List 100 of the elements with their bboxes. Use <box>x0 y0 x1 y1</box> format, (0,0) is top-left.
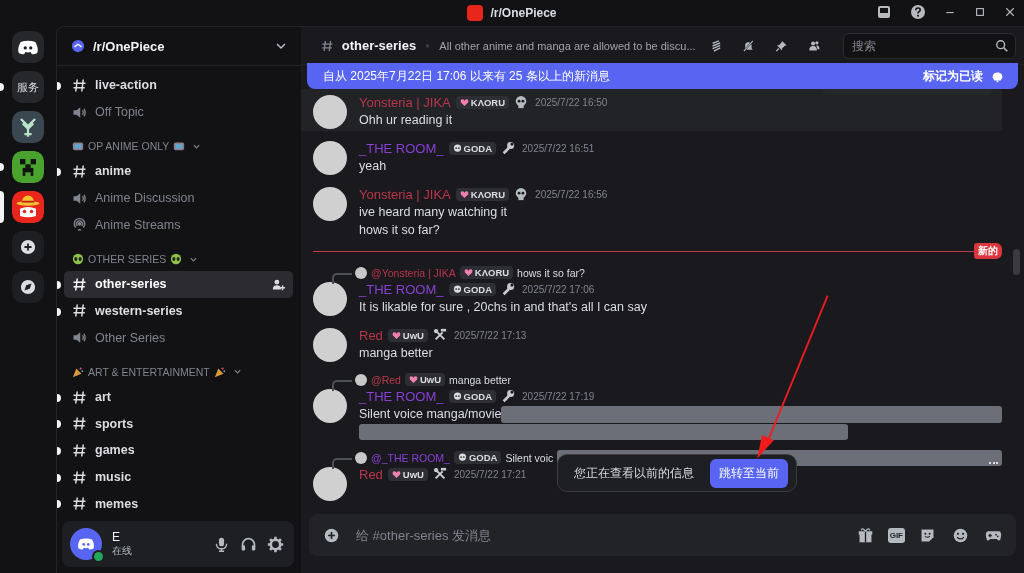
user-avatar[interactable] <box>313 141 347 175</box>
maximize-icon[interactable] <box>974 6 986 18</box>
reply-preview-text[interactable]: manga better <box>449 373 511 386</box>
message-author[interactable]: Yonsteria | JIKA <box>359 186 451 202</box>
user-avatar[interactable] <box>313 187 347 221</box>
message-author[interactable]: Red <box>359 466 383 482</box>
server-name[interactable]: /r/OnePiece <box>93 38 267 54</box>
category-header[interactable]: ART & ENTERTAINMENT <box>88 365 210 378</box>
server-tag: KΛORU <box>455 187 510 201</box>
stage-icon <box>72 217 87 233</box>
emoji-icon[interactable] <box>952 526 969 544</box>
home-button[interactable] <box>12 31 44 63</box>
wrench-icon <box>501 282 515 296</box>
user-avatar[interactable] <box>313 282 347 316</box>
server-logo-icon <box>467 5 484 21</box>
hashtag-icon <box>72 77 87 93</box>
server-boost-icon <box>71 39 85 53</box>
chevron-down-icon[interactable] <box>275 40 287 52</box>
reply-avatar <box>355 451 367 464</box>
reply-preview-text[interactable]: Silent voic <box>505 451 554 464</box>
gif-button[interactable]: GIF <box>887 527 905 543</box>
skull-icon <box>452 143 462 153</box>
channel-item[interactable]: memes <box>64 490 293 517</box>
inbox-icon[interactable] <box>876 4 892 20</box>
channel-item[interactable]: games <box>64 437 293 464</box>
reply-avatar <box>355 266 367 279</box>
message-author[interactable]: Yonsteria | JIKA <box>359 94 451 110</box>
category-header[interactable]: OTHER SERIES <box>88 253 167 265</box>
reply-author[interactable]: @Red <box>371 373 401 386</box>
hashtag-icon <box>72 303 87 319</box>
message-text: hows it so far? <box>359 223 440 237</box>
help-icon[interactable] <box>910 4 926 20</box>
channel-item[interactable]: Other Series <box>64 324 293 351</box>
mark-read-icon <box>991 69 1004 83</box>
skull-icon <box>457 453 467 462</box>
gift-icon[interactable] <box>856 526 874 544</box>
close-icon[interactable] <box>1004 6 1016 18</box>
channel-item[interactable]: live-action <box>64 72 293 99</box>
new-messages-banner[interactable]: 自从 2025年7月22日 17:06 以来有 25 条以上的新消息 标记为已读 <box>307 63 1018 89</box>
timestamp: 2025/7/22 17:21 <box>454 468 527 480</box>
add-member-icon[interactable] <box>272 277 285 291</box>
user-avatar[interactable] <box>313 389 347 423</box>
reply-author[interactable]: @Yonsteria | JIKA <box>371 266 456 279</box>
heart-icon <box>463 268 473 277</box>
headphones-icon[interactable] <box>240 535 257 553</box>
user-avatar[interactable] <box>70 528 102 560</box>
jump-to-present-button[interactable]: 跳转至当前 <box>710 458 788 488</box>
reply-author[interactable]: @_THE ROOM_ <box>371 451 450 464</box>
discord-logo-icon <box>17 38 39 56</box>
chevron-down-icon[interactable] <box>232 367 242 377</box>
search-bar[interactable]: 搜索 <box>842 32 1016 59</box>
settings-icon[interactable] <box>267 535 284 553</box>
party-popper-icon <box>72 365 84 378</box>
scrollbar-thumb[interactable] <box>1013 249 1020 275</box>
message-author[interactable]: _THE ROOM_ <box>359 388 444 404</box>
user-avatar[interactable] <box>313 328 347 362</box>
creeper-face-icon[interactable] <box>12 151 44 183</box>
message-author[interactable]: Red <box>359 327 383 343</box>
compass-icon[interactable] <box>12 271 44 303</box>
reply-preview-text[interactable]: hows it so far? <box>517 266 585 279</box>
heart-icon <box>459 97 469 107</box>
hashtag-icon <box>72 496 87 512</box>
message-text: Silent voice manga/movie <box>359 407 502 421</box>
channel-item[interactable]: sports <box>64 410 293 438</box>
channel-item[interactable]: Off Topic <box>64 98 293 126</box>
hashtag-icon <box>72 469 87 485</box>
category-header[interactable]: OP ANIME ONLY <box>88 140 170 153</box>
hashtag-icon <box>72 163 87 179</box>
channel-item[interactable]: anime <box>64 158 293 185</box>
threads-icon[interactable] <box>709 37 723 54</box>
message-composer[interactable]: 给 #other-series 发消息 GIF <box>309 514 1016 556</box>
tree-emblem-icon[interactable] <box>12 111 44 143</box>
straw-hat-icon[interactable] <box>12 191 44 223</box>
server-tag: KΛORU <box>455 95 510 109</box>
channel-item[interactable]: Anime Streams <box>64 211 293 239</box>
user-avatar[interactable] <box>313 95 347 129</box>
add-attachment-icon[interactable] <box>323 526 340 544</box>
channel-topic[interactable]: All other anime and manga are allowed to be discu... <box>439 39 696 52</box>
message-text: Ohh ur reading it <box>359 113 453 127</box>
alien-face-icon <box>72 253 84 265</box>
channel-item[interactable]: music <box>64 463 293 491</box>
skull-icon <box>514 95 529 109</box>
user-avatar[interactable] <box>313 467 347 501</box>
message-author[interactable]: _THE ROOM_ <box>359 281 444 297</box>
wrench-icon <box>501 141 515 155</box>
spoiler-block[interactable] <box>501 405 1002 423</box>
user-status: 在线 <box>112 544 133 558</box>
hammer-and-wrench-icon <box>433 467 447 481</box>
add-server-icon[interactable] <box>12 231 44 263</box>
server-icon[interactable]: 服务 <box>12 71 44 103</box>
message-author[interactable]: _THE ROOM_ <box>359 140 444 156</box>
channel-item[interactable]: other-series <box>64 270 293 298</box>
microphone-icon[interactable] <box>213 535 230 553</box>
channel-item[interactable]: Anime Discussion <box>64 184 293 212</box>
search-field[interactable]: 搜索 <box>849 37 995 54</box>
heart-icon <box>391 330 401 340</box>
timestamp: 2025/7/22 16:56 <box>535 188 608 200</box>
message-input-field[interactable]: 给 #other-series 发消息 <box>354 526 843 544</box>
channel-item[interactable]: art <box>64 383 293 411</box>
channel-item[interactable]: western-series <box>64 297 293 325</box>
